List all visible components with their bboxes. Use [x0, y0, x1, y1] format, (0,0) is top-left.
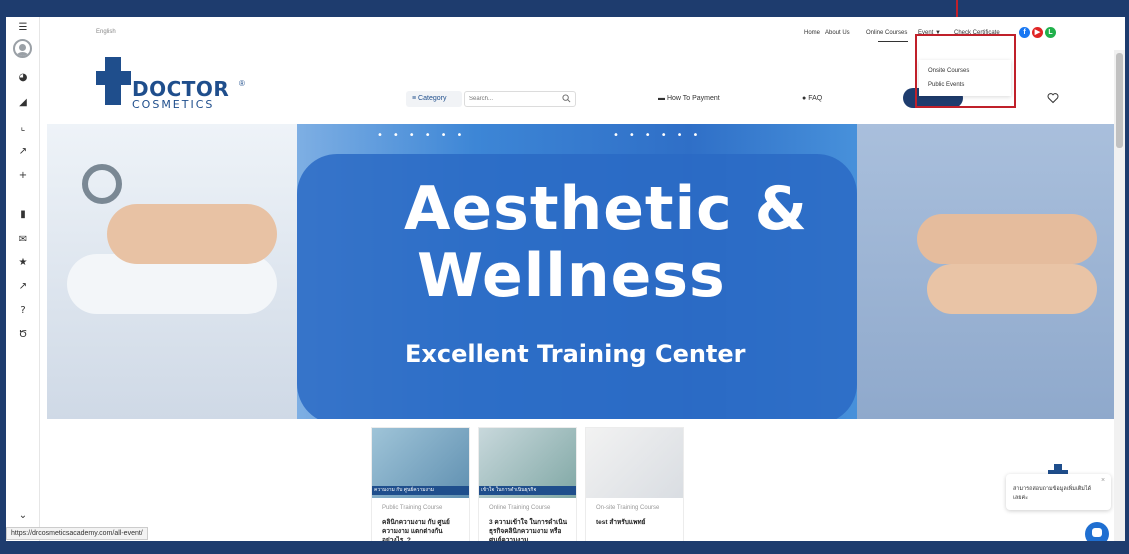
category-label: Category — [418, 95, 447, 102]
how-to-payment-label: How To Payment — [666, 95, 720, 102]
logo-registered-mark: ® — [239, 79, 245, 88]
trophy-icon[interactable]: Ծ — [6, 329, 40, 341]
course-type: On-site Training Course — [596, 505, 660, 511]
course-image-caption: เข้าใจ ในการดำเนินธุรกิจ — [479, 486, 576, 495]
status-bar-url: https://drcosmeticsacademy.com/all-event… — [6, 527, 148, 540]
question-circle-icon: ● — [802, 95, 807, 102]
close-icon[interactable]: × — [1101, 477, 1105, 484]
hero-title-line2: Wellness — [417, 241, 726, 311]
site-logo[interactable]: DOCTOR ® COSMETICS — [96, 57, 256, 111]
youtube-icon[interactable]: ▶ — [1032, 27, 1043, 38]
stethoscope-image — [82, 164, 122, 204]
page-scrollbar[interactable] — [1114, 50, 1125, 541]
search-box[interactable] — [464, 91, 576, 107]
chat-message: สามารถสอบถามข้อมูลเพิ่มเติมได้เลยค่ะ — [1013, 486, 1092, 501]
hamburger-icon: ≡ — [412, 95, 417, 102]
browser-viewport: ☰ ◕ ◢ ⌞ ↗ + ▮ ✉ ★ ↗ ? Ծ ⌄ English Home A… — [6, 17, 1125, 541]
course-image-caption: ความงาม กับ ศูนย์ความงาม — [372, 486, 469, 495]
megaphone-icon[interactable]: ◢ — [6, 97, 40, 109]
rocket-icon-2[interactable]: ↗ — [6, 281, 40, 293]
question-icon[interactable]: ? — [6, 305, 40, 317]
chat-button[interactable] — [1085, 522, 1109, 541]
course-card[interactable]: ความงาม กับ ศูนย์ความงาม Public Training… — [371, 427, 470, 541]
course-title[interactable]: test สำหรับแพทย์ — [596, 518, 676, 527]
card-icon: ▬ — [658, 95, 665, 102]
faq-label: FAQ — [808, 95, 823, 102]
hero-doctor-right-arm-upper — [917, 214, 1097, 264]
decorative-dots-left: •••••• — [377, 130, 473, 141]
hero-doctor-right-arm-lower — [927, 264, 1097, 314]
nav-online-courses[interactable]: Online Courses — [866, 30, 907, 36]
hero-doctor-hand — [107, 204, 277, 264]
search-icon[interactable] — [562, 94, 571, 103]
hero-title-line1: Aesthetic & — [404, 174, 808, 244]
nav-about-us[interactable]: About Us — [825, 30, 850, 36]
logo-cross-horizontal — [96, 71, 131, 85]
plus-icon[interactable]: + — [6, 170, 40, 182]
course-type: Online Training Course — [489, 505, 551, 511]
chat-popup: × สามารถสอบถามข้อมูลเพิ่มเติมได้เลยค่ะ — [1006, 474, 1111, 510]
avatar-icon[interactable] — [13, 39, 32, 58]
search-input[interactable] — [469, 94, 559, 104]
course-card[interactable]: On-site Training Course test สำหรับแพทย์ — [585, 427, 684, 541]
book-icon[interactable]: ▮ — [6, 209, 40, 221]
star-icon[interactable]: ★ — [6, 257, 40, 269]
scrollbar-thumb[interactable] — [1116, 53, 1123, 148]
dashboard-icon[interactable]: ◕ — [6, 72, 40, 84]
heart-icon[interactable] — [1047, 92, 1059, 104]
facebook-icon[interactable]: f — [1019, 27, 1030, 38]
course-card[interactable]: เข้าใจ ในการดำเนินธุรกิจ Online Training… — [478, 427, 577, 541]
annotation-highlight-box — [915, 34, 1016, 108]
category-button[interactable]: ≡ Category — [406, 91, 462, 107]
course-image — [586, 428, 683, 498]
mail-icon[interactable]: ✉ — [6, 234, 40, 246]
hero-subtitle: Excellent Training Center — [405, 340, 746, 368]
logo-subtext: COSMETICS — [132, 98, 215, 111]
line-icon[interactable]: L — [1045, 27, 1056, 38]
language-selector[interactable]: English — [96, 29, 116, 35]
decorative-dots-right: •••••• — [613, 130, 709, 141]
collapse-icon[interactable]: ⌄ — [6, 510, 40, 522]
course-title[interactable]: 3 ความเข้าใจ ในการดำเนินธุรกิจคลินิกความ… — [489, 518, 569, 541]
admin-sidebar: ☰ ◕ ◢ ⌞ ↗ + ▮ ✉ ★ ↗ ? Ծ ⌄ — [6, 17, 40, 541]
chart-icon[interactable]: ⌞ — [6, 122, 40, 134]
nav-home[interactable]: Home — [804, 30, 820, 36]
hero-banner: •••••• •••••• Aesthetic & Wellness Excel… — [47, 124, 1117, 419]
rocket-icon[interactable]: ↗ — [6, 146, 40, 158]
course-title[interactable]: คลินิกความงาม กับ ศูนย์ความงาม แตกต่างกั… — [382, 518, 462, 541]
faq-link[interactable]: ● FAQ — [802, 95, 822, 102]
nav-event-underline — [878, 41, 908, 42]
course-type: Public Training Course — [382, 505, 443, 511]
how-to-payment-link[interactable]: ▬ How To Payment — [658, 95, 720, 102]
menu-icon[interactable]: ☰ — [6, 22, 40, 34]
